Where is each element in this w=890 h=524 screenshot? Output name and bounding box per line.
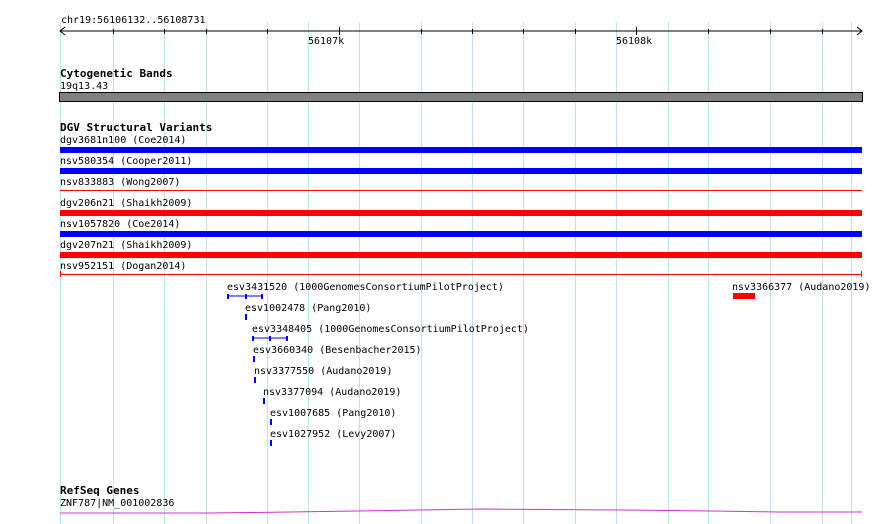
variant-label: nsv3377094 (Audano2019) <box>263 387 402 398</box>
variant-bar[interactable] <box>60 274 862 275</box>
variant-label: dgv207n21 (Shaikh2009) <box>60 240 193 251</box>
variant-label: dgv206n21 (Shaikh2009) <box>60 198 193 209</box>
ruler-tick <box>575 29 576 34</box>
ruler-tick <box>472 29 473 34</box>
variant-bar[interactable] <box>245 314 247 320</box>
ruler-axis <box>59 26 863 36</box>
ruler-location: chr19:56106132..56108731 <box>61 15 206 26</box>
gene-model[interactable] <box>60 506 862 516</box>
variant-bar[interactable] <box>60 147 862 153</box>
variant-bar[interactable] <box>60 210 862 216</box>
variant-label: esv3348405 (1000GenomesConsortiumPilotPr… <box>252 324 529 335</box>
ruler-tick <box>523 29 524 34</box>
ruler-tick <box>164 29 165 34</box>
variant-bar[interactable] <box>254 377 256 383</box>
ruler-major-tick <box>636 27 637 35</box>
variant-label: nsv952151 (Dogan2014) <box>60 261 187 272</box>
variant-label: esv3431520 (1000GenomesConsortiumPilotPr… <box>227 282 504 293</box>
variant-bar[interactable] <box>733 293 755 299</box>
variant-bar[interactable] <box>253 356 255 362</box>
variant-label: nsv1057820 (Coe2014) <box>60 219 181 230</box>
ruler-tick <box>206 29 207 34</box>
ruler-tick <box>113 29 114 34</box>
variant-label: esv1027952 (Levy2007) <box>270 429 397 440</box>
track-title: Cytogenetic Bands <box>60 67 173 80</box>
variant-bar-end <box>861 271 862 277</box>
variant-bar[interactable] <box>263 398 265 404</box>
variant-bar[interactable] <box>270 419 272 425</box>
ruler-major-tick <box>339 27 340 35</box>
variant-bar[interactable] <box>251 334 291 342</box>
variant-bar-end <box>60 271 61 277</box>
ruler-tick <box>822 29 823 34</box>
ruler-tick <box>770 29 771 34</box>
variant-label: esv3660340 (Besenbacher2015) <box>253 345 422 356</box>
track-title: DGV Structural Variants <box>60 121 213 134</box>
ruler-major-label: 56107k <box>308 36 345 47</box>
variant-bar[interactable] <box>60 231 862 237</box>
variant-label: esv1007685 (Pang2010) <box>270 408 397 419</box>
variant-bar[interactable] <box>60 252 862 258</box>
variant-label: dgv3681n100 (Coe2014) <box>60 135 187 146</box>
variant-bar[interactable] <box>226 292 266 300</box>
track-title: RefSeq Genes <box>60 484 140 497</box>
variant-label: nsv3366377 (Audano2019) <box>732 282 871 293</box>
variant-bar[interactable] <box>60 168 862 174</box>
ruler-major-label: 56108k <box>616 36 653 47</box>
variant-label: nsv3377550 (Audano2019) <box>254 366 393 377</box>
ruler-tick <box>421 29 422 34</box>
variant-bar[interactable] <box>270 440 272 446</box>
ruler-tick <box>267 29 268 34</box>
variant-label: nsv580354 (Cooper2011) <box>60 156 193 167</box>
ruler-tick <box>708 29 709 34</box>
variant-label: nsv833883 (Wong2007) <box>60 177 181 188</box>
cytoband-bar[interactable] <box>59 92 863 102</box>
variant-bar[interactable] <box>60 190 862 191</box>
variant-label: esv1002478 (Pang2010) <box>245 303 372 314</box>
cytoband-label: 19q13.43 <box>60 81 109 92</box>
